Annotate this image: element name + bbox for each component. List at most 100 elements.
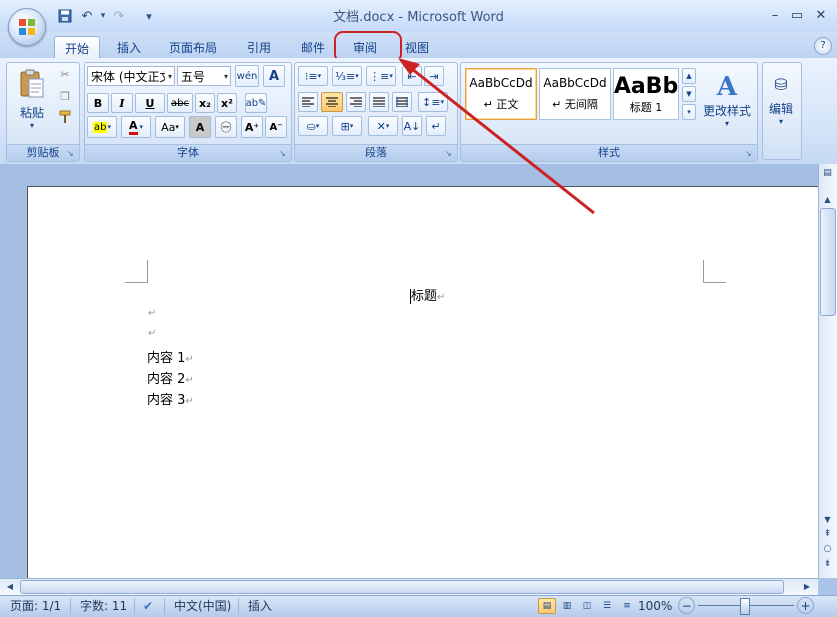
- cut-icon[interactable]: ✂: [56, 65, 74, 83]
- styles-group-label: 样式: [461, 144, 757, 161]
- style-heading-1[interactable]: AaBb 标题 1: [613, 68, 679, 120]
- document-line[interactable]: 内容 1↵: [147, 347, 194, 366]
- document-page[interactable]: [27, 186, 818, 579]
- full-screen-reading-icon[interactable]: ▥: [558, 598, 576, 614]
- proofing-icon[interactable]: ✔: [143, 598, 153, 614]
- paste-dropdown-icon: ▾: [29, 121, 34, 130]
- dialog-launcher-icon[interactable]: ↘: [67, 149, 76, 158]
- style-normal[interactable]: AaBbCcDd ↵ 正文: [465, 68, 537, 120]
- outline-view-icon[interactable]: ☰: [598, 598, 616, 614]
- change-styles-label: 更改样式: [702, 104, 751, 118]
- print-layout-view-icon[interactable]: ▤: [538, 598, 556, 614]
- document-line[interactable]: 内容 2↵: [147, 368, 194, 387]
- tab-references[interactable]: 引用: [238, 36, 280, 58]
- change-case-button[interactable]: Aa ▾: [155, 116, 185, 138]
- copy-icon[interactable]: ❐: [56, 87, 74, 105]
- clear-formatting-icon[interactable]: ab✎: [245, 93, 267, 113]
- zoom-slider-thumb[interactable]: [740, 598, 750, 615]
- document-heading[interactable]: 标题↵: [410, 285, 445, 304]
- increase-indent-icon[interactable]: ⇥: [424, 66, 444, 86]
- multilevel-list-icon[interactable]: ⋮≡ ▾: [366, 66, 396, 86]
- dialog-launcher-icon[interactable]: ↘: [279, 149, 288, 158]
- tab-page-layout[interactable]: 页面布局: [160, 36, 226, 58]
- zoom-in-icon[interactable]: +: [797, 597, 814, 614]
- strikethrough-button[interactable]: abc: [167, 93, 193, 113]
- minimize-button[interactable]: –: [764, 6, 786, 24]
- highlight-color-button[interactable]: ab ▾: [87, 116, 117, 138]
- font-name-combo[interactable]: 宋体 (中文正文) ▾: [87, 66, 175, 86]
- char-shading-button[interactable]: A: [189, 116, 211, 138]
- italic-button[interactable]: I: [111, 93, 133, 113]
- line-spacing-icon[interactable]: ↕≡ ▾: [418, 92, 448, 112]
- shrink-font-icon[interactable]: A⁻: [265, 116, 287, 138]
- styles-more-icon[interactable]: ▾: [682, 104, 696, 120]
- dialog-launcher-icon[interactable]: ↘: [445, 149, 454, 158]
- next-page-icon[interactable]: ⇟: [819, 557, 836, 571]
- paste-icon: [20, 69, 44, 98]
- justify-icon[interactable]: [369, 92, 389, 112]
- style-no-spacing[interactable]: AaBbCcDd ↵ 无间隔: [539, 68, 611, 120]
- borders-icon[interactable]: ⊞ ▾: [332, 116, 362, 136]
- shading-icon[interactable]: ⛀ ▾: [298, 116, 328, 136]
- change-styles-button[interactable]: A 更改样式 ▾: [700, 64, 754, 136]
- format-painter-icon[interactable]: [56, 108, 74, 126]
- align-right-icon[interactable]: [346, 92, 366, 112]
- scroll-up-icon[interactable]: ▲: [819, 192, 836, 206]
- divider: [70, 598, 71, 614]
- close-button[interactable]: ✕: [810, 6, 832, 24]
- restore-button[interactable]: ▭: [786, 6, 808, 24]
- language-status[interactable]: 中文(中国): [174, 598, 231, 614]
- chevron-down-icon: ▾: [724, 119, 729, 128]
- page-count[interactable]: 页面: 1/1: [10, 598, 61, 614]
- sort-icon[interactable]: A↓: [402, 116, 422, 136]
- enclose-char-icon[interactable]: ㊀: [215, 116, 237, 138]
- paste-button[interactable]: 粘贴 ▾: [12, 64, 52, 134]
- scroll-down-icon[interactable]: ▼: [819, 512, 836, 526]
- tab-insert[interactable]: 插入: [108, 36, 150, 58]
- zoom-out-icon[interactable]: −: [678, 597, 695, 614]
- font-size-combo[interactable]: 五号 ▾: [177, 66, 231, 86]
- superscript-button[interactable]: x²: [217, 93, 237, 113]
- font-color-icon: A: [128, 119, 138, 135]
- paragraph-group-label: 段落: [295, 144, 457, 161]
- bullets-icon[interactable]: ⁝≡ ▾: [298, 66, 328, 86]
- underline-button[interactable]: U: [135, 93, 165, 113]
- bold-button[interactable]: B: [87, 93, 109, 113]
- dialog-launcher-icon[interactable]: ↘: [745, 149, 754, 158]
- tab-mailings[interactable]: 邮件: [292, 36, 334, 58]
- styles-scroll-up-icon[interactable]: ▲: [682, 68, 696, 84]
- previous-page-icon[interactable]: ⇞: [819, 527, 836, 541]
- draft-view-icon[interactable]: ≡: [618, 598, 636, 614]
- chevron-down-icon: ▾: [167, 72, 172, 81]
- ruler-toggle-icon[interactable]: ▤: [819, 166, 836, 180]
- web-layout-icon[interactable]: ◫: [578, 598, 596, 614]
- align-center-icon[interactable]: [321, 92, 343, 112]
- highlighter-icon: ab: [93, 121, 108, 133]
- subscript-button[interactable]: x₂: [195, 93, 215, 113]
- tab-home[interactable]: 开始: [54, 36, 100, 59]
- editing-button[interactable]: ⛁ 编辑 ▾: [764, 64, 798, 136]
- select-browse-object-icon[interactable]: ○: [819, 542, 836, 556]
- chinese-layout-icon[interactable]: ✕ ▾: [368, 116, 398, 136]
- word-count[interactable]: 字数: 11: [80, 598, 127, 614]
- horizontal-scroll-thumb[interactable]: [20, 580, 784, 594]
- insert-mode-status[interactable]: 插入: [248, 598, 272, 614]
- decrease-indent-icon[interactable]: ⇤: [402, 66, 422, 86]
- scroll-right-icon[interactable]: ▶: [800, 580, 814, 593]
- office-button[interactable]: [8, 8, 46, 46]
- scroll-left-icon[interactable]: ◀: [3, 580, 17, 593]
- zoom-level[interactable]: 100%: [638, 598, 672, 614]
- align-left-icon[interactable]: [298, 92, 318, 112]
- styles-scroll-down-icon[interactable]: ▼: [682, 86, 696, 102]
- distributed-icon[interactable]: [392, 92, 412, 112]
- tab-view[interactable]: 视图: [396, 36, 438, 58]
- char-border-icon[interactable]: A: [263, 65, 285, 87]
- numbering-icon[interactable]: ⅓≡ ▾: [332, 66, 362, 86]
- phonetic-guide-icon[interactable]: wén: [235, 65, 259, 87]
- vertical-scroll-thumb[interactable]: [820, 208, 836, 316]
- show-marks-icon[interactable]: ↵: [426, 116, 446, 136]
- font-color-button[interactable]: A ▾: [121, 116, 151, 138]
- grow-font-icon[interactable]: A⁺: [241, 116, 263, 138]
- document-line[interactable]: 内容 3↵: [147, 389, 194, 408]
- help-icon[interactable]: ?: [814, 37, 832, 55]
